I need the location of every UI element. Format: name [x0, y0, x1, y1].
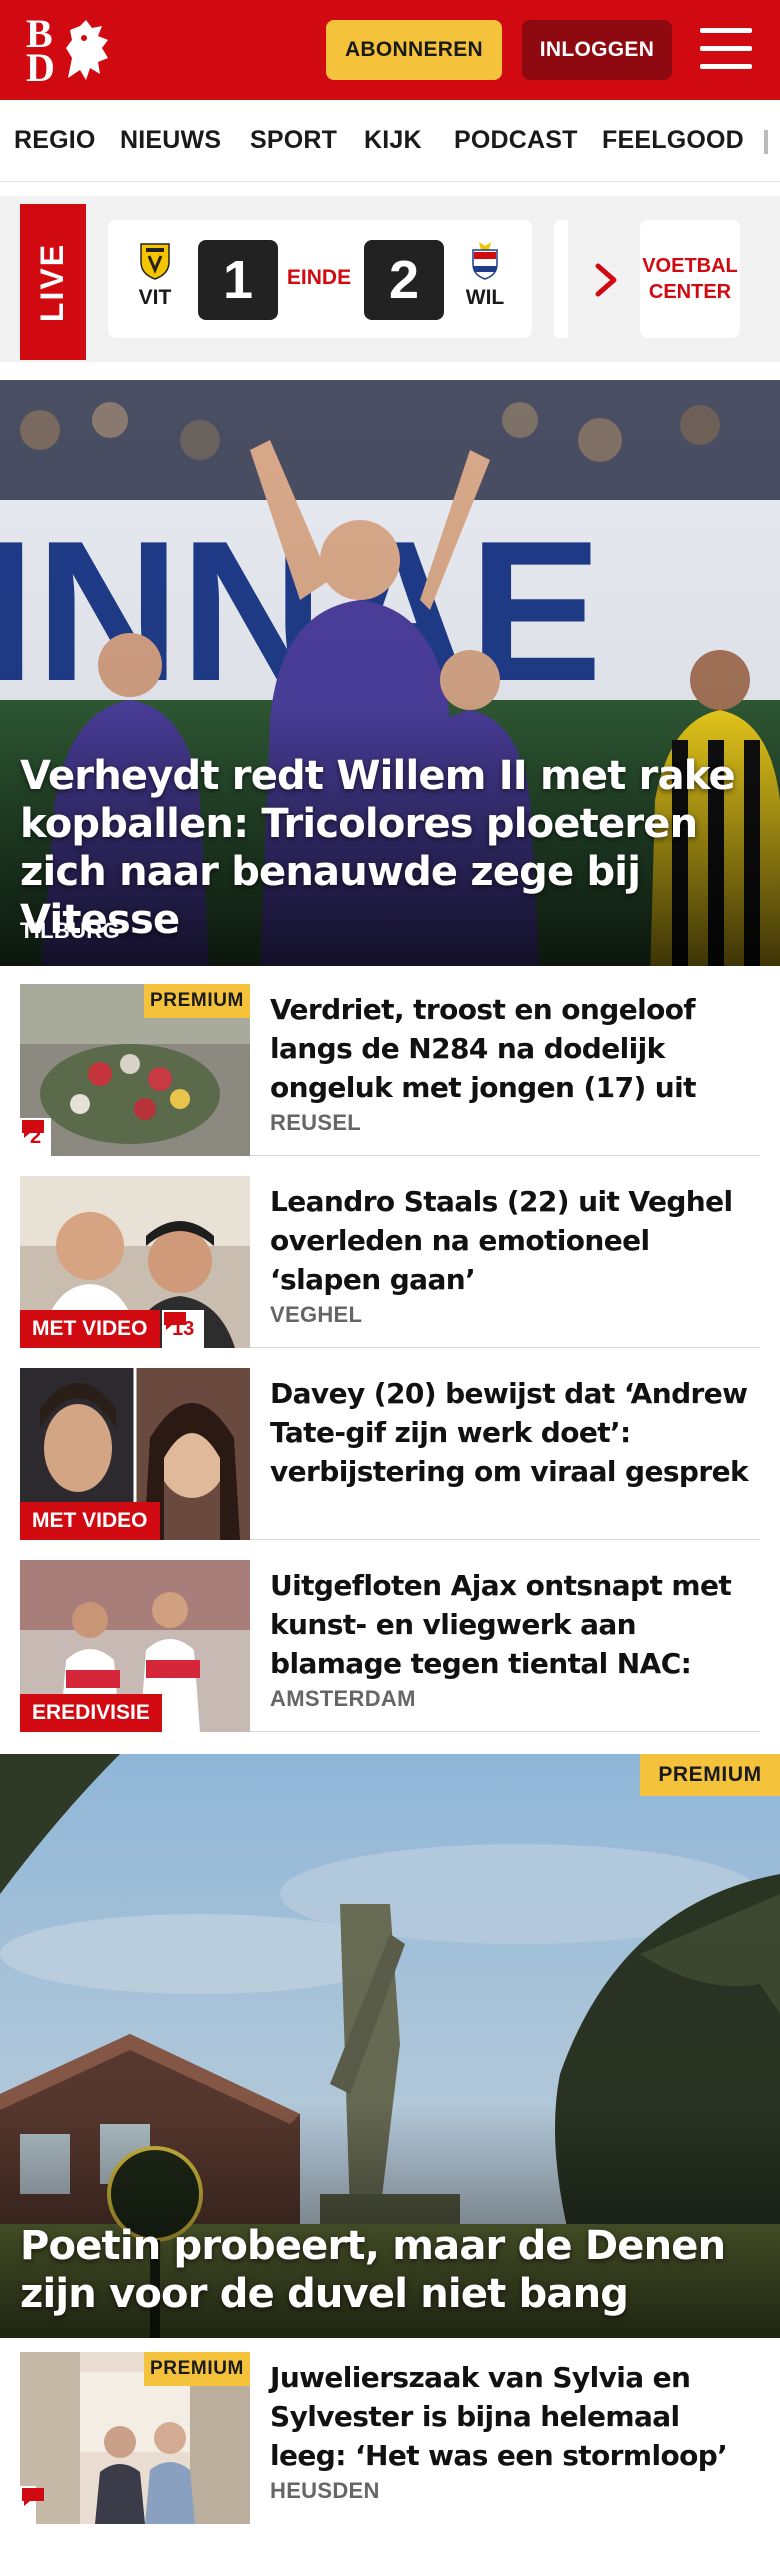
premium-badge: PREMIUM — [144, 2352, 250, 2386]
voetbal-center-link[interactable]: VOETBAL CENTER — [640, 220, 740, 338]
comment-icon — [22, 2488, 44, 2506]
article-thumbnail: MET VIDEO 13 — [20, 1176, 250, 1348]
article-location: HEUSDEN — [270, 2478, 380, 2503]
site-logo[interactable]: B D — [24, 14, 116, 90]
match-status: EINDE — [286, 266, 352, 289]
feature-title[interactable]: Poetin probeert, maar de Denen zijn voor… — [20, 2222, 760, 2318]
video-badge: MET VIDEO — [20, 1502, 160, 1540]
nav-item-podcast[interactable]: PODCAST — [454, 126, 578, 155]
list-item[interactable]: PREMIUM Juwelierszaak van Sylvia en Sylv… — [20, 2352, 760, 2530]
article-location: VEGHEL — [270, 1302, 363, 1327]
list-item[interactable]: MET VIDEO 13 Leandro Staals (22) uit Veg… — [20, 1176, 760, 1348]
nav-item-nieuws[interactable]: NIEUWS — [120, 126, 221, 155]
next-match-card-peek[interactable] — [554, 220, 568, 338]
match-card[interactable]: VIT 1 EINDE 2 WIL — [108, 220, 532, 338]
list-item[interactable]: MET VIDEO Davey (20) bewijst dat ‘Andrew… — [20, 1368, 760, 1540]
nav-item-kijk[interactable]: KIJK — [364, 126, 422, 155]
away-score: 2 — [364, 240, 444, 320]
away-club-abbr: WIL — [465, 286, 505, 309]
login-button[interactable]: INLOGGEN — [522, 20, 672, 80]
article-thumbnail: PREMIUM — [20, 2352, 250, 2524]
lion-icon — [66, 20, 108, 80]
comment-count[interactable]: 2 — [20, 1118, 52, 1156]
section-nav: REGIO NIEUWS SPORT KIJK PODCAST FEELGOOD — [0, 100, 780, 182]
away-club: WIL — [458, 220, 512, 338]
article-thumbnail: MET VIDEO — [20, 1368, 250, 1540]
nav-item-sport[interactable]: SPORT — [250, 126, 337, 155]
home-club: VIT — [128, 220, 182, 338]
list-item[interactable]: EREDIVISIE Uitgefloten Ajax ontsnapt met… — [20, 1560, 760, 1732]
subscribe-button[interactable]: ABONNEREN — [326, 20, 502, 80]
article-title[interactable]: Leandro Staals (22) uit Veghel overleden… — [270, 1182, 760, 1299]
article-title[interactable]: Juwelierszaak van Sylvia en Sylvester is… — [270, 2358, 760, 2475]
hamburger-menu-icon[interactable] — [700, 26, 752, 72]
home-score: 1 — [198, 240, 278, 320]
vitesse-crest-icon — [140, 243, 170, 280]
comment-icon — [164, 1312, 186, 1330]
comment-count[interactable] — [20, 2486, 44, 2524]
comment-count[interactable]: 13 — [162, 1310, 205, 1348]
article-title[interactable]: Uitgefloten Ajax ontsnapt met kunst- en … — [270, 1566, 760, 1683]
hero-location: TILBURG — [20, 918, 120, 943]
category-badge: EREDIVISIE — [20, 1694, 162, 1732]
list-item[interactable]: PREMIUM 2 Verdriet, troost en ongeloof l… — [20, 984, 760, 1156]
nav-item-feelgood[interactable]: FEELGOOD — [602, 126, 744, 155]
article-location: REUSEL — [270, 1110, 362, 1135]
chevron-right-icon[interactable] — [590, 260, 624, 300]
comment-icon — [22, 1120, 44, 1138]
article-title[interactable]: Davey (20) bewijst dat ‘Andrew Tate-gif … — [270, 1374, 760, 1491]
nav-overflow-indicator — [764, 130, 768, 154]
premium-badge: PREMIUM — [144, 984, 250, 1018]
article-title[interactable]: Verdriet, troost en ongeloof langs de N2… — [270, 990, 760, 1107]
premium-badge: PREMIUM — [640, 1754, 780, 1796]
logo-letter-d: D — [26, 45, 55, 90]
live-label: LIVE — [34, 242, 71, 322]
home-club-abbr: VIT — [138, 286, 172, 309]
willem-ii-crest-icon — [472, 242, 498, 280]
article-thumbnail: EREDIVISIE — [20, 1560, 250, 1732]
article-thumbnail: PREMIUM 2 — [20, 984, 250, 1156]
site-header: B D ABONNEREN INLOGGEN — [0, 0, 780, 100]
nav-item-regio[interactable]: REGIO — [14, 126, 96, 155]
article-location: AMSTERDAM — [270, 1686, 416, 1711]
video-badge: MET VIDEO — [20, 1310, 160, 1348]
live-tag: LIVE — [20, 204, 86, 360]
hero-title[interactable]: Verheydt redt Willem II met rake kopball… — [20, 752, 760, 944]
